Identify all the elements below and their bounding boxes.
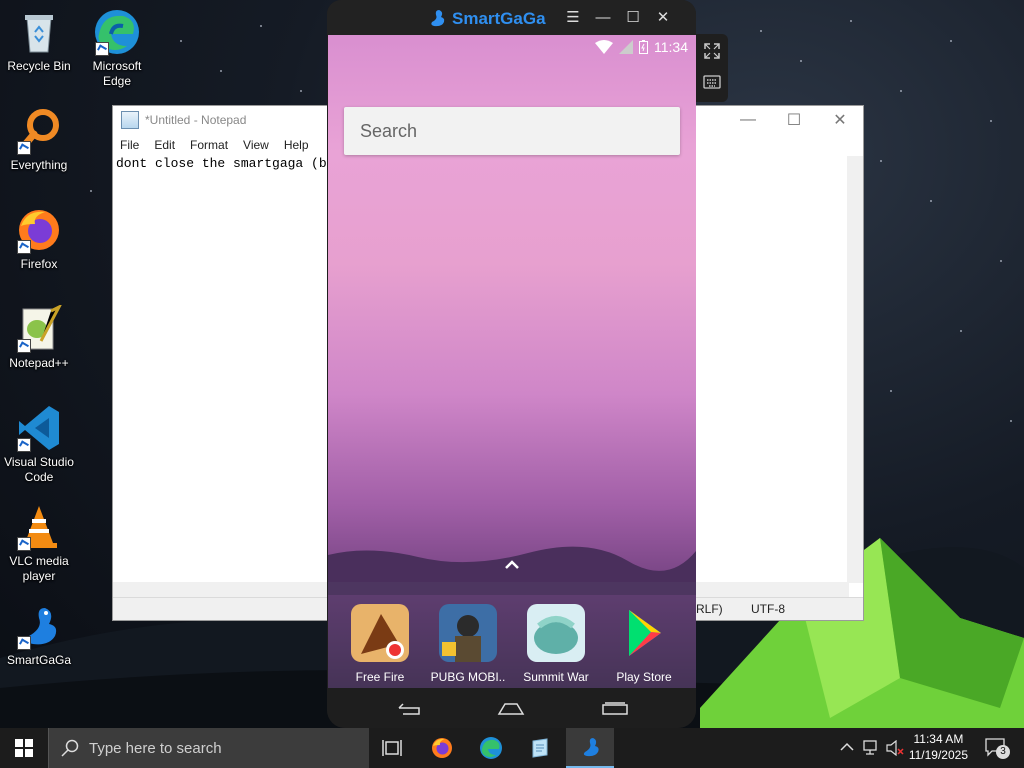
app-play-store[interactable]: Play Store [602,604,686,684]
desktop-icon-label: Everything [10,158,68,172]
pubg-mobile-icon [439,604,497,662]
app-label: Summit War [523,670,589,684]
network-icon[interactable] [862,740,880,756]
desktop-icon-smartgaga[interactable]: SmartGaGa [1,602,77,668]
menu-edit[interactable]: Edit [147,138,183,152]
desktop-icon-recycle-bin[interactable]: Recycle Bin [1,8,77,74]
search-icon [61,739,79,757]
smartgaga-icon [583,738,599,757]
taskbar-smartgaga[interactable] [566,728,614,768]
search-placeholder: Search [360,121,418,141]
vertical-scrollbar[interactable] [847,156,863,583]
firefox-icon [15,206,63,254]
everything-search-icon [15,107,63,155]
notepad-plus-plus-icon [15,303,63,353]
firefox-icon [432,738,452,758]
android-navbar [327,688,696,728]
desktop-icon-vlc[interactable]: VLC media player [1,503,77,584]
desktop-icon-label: Recycle Bin [7,59,71,73]
status-encoding: UTF-8 [751,602,785,616]
battery-icon [639,40,648,54]
desktop-icon-label: Notepad++ [9,356,69,370]
notification-center-button[interactable]: 3 [984,737,1010,759]
menu-help[interactable]: Help [277,138,317,152]
wifi-icon [595,40,613,54]
smartgaga-titlebar[interactable]: SmartGaGa ☰ — ☐ ✕ [327,0,696,35]
vlc-icon [15,503,63,551]
taskbar-firefox[interactable] [418,728,466,768]
app-pubg-mobile[interactable]: PUBG MOBI.. [426,604,510,684]
smartgaga-icon [15,602,63,650]
menu-file[interactable]: File [113,138,147,152]
notepad-title: *Untitled - Notepad [145,113,247,127]
summit-war-icon [527,604,585,662]
desktop-icon-everything[interactable]: Everything [1,107,77,173]
keyboard-icon[interactable] [703,74,721,90]
status-time: 11:34 [654,39,688,55]
play-store-icon [615,604,673,662]
windows-logo-icon [15,739,33,757]
back-icon[interactable] [395,700,423,716]
smartgaga-title: SmartGaGa [452,9,546,28]
app-dock: Free Fire PUBG MOBI.. Summit War Play St… [328,582,696,688]
home-search-bar[interactable]: Search [344,107,680,155]
smartgaga-logo-icon [431,10,445,27]
menu-icon[interactable]: ☰ [563,8,583,28]
desktop-icon-label: SmartGaGa [6,653,72,667]
fullscreen-icon[interactable] [703,42,721,60]
taskbar-search-box[interactable]: Type here to search [48,728,369,768]
app-summit-war[interactable]: Summit War [514,604,598,684]
notepad-icon [121,111,139,129]
desktop-icon-vscode[interactable]: Visual Studio Code [1,404,77,485]
task-view-icon [382,740,402,756]
clock[interactable]: 11:34 AM 11/19/2025 [909,731,968,763]
desktop-icon-label: Microsoft Edge [92,59,142,88]
minimize-button[interactable]: — [593,8,613,28]
notepad-text-area[interactable]: dont close the smartgaga (b [116,156,327,171]
clock-date: 11/19/2025 [908,748,968,762]
desktop-icon-label: Visual Studio Code [4,455,74,484]
taskbar-search-placeholder: Type here to search [89,739,222,757]
status-line-ending: RLF) [696,602,723,616]
desktop-icon-label: VLC media player [9,554,69,583]
start-button[interactable] [0,728,48,768]
edge-icon [480,737,502,759]
desktop-icon-label: Firefox [20,257,58,271]
app-free-fire[interactable]: Free Fire [338,604,422,684]
task-view-button[interactable] [368,728,416,768]
recycle-bin-icon [15,8,63,56]
android-status-bar: 11:34 [595,39,688,55]
app-label: Play Store [616,670,672,684]
volume-muted-icon[interactable] [886,740,904,756]
app-label: Free Fire [355,670,405,684]
close-button[interactable]: ✕ [653,8,673,28]
minimize-button[interactable]: — [725,106,771,134]
app-label: PUBG MOBI.. [430,670,506,684]
smartgaga-window[interactable]: SmartGaGa ☰ — ☐ ✕ 11:34 Search Free Fire [327,0,696,728]
recent-apps-icon[interactable] [601,702,629,716]
menu-format[interactable]: Format [183,138,236,152]
desktop-icon-firefox[interactable]: Firefox [1,206,77,272]
edge-icon [93,8,141,56]
android-home-screen[interactable]: 11:34 Search Free Fire PUBG MOBI.. Summi… [328,35,696,688]
taskbar-edge[interactable] [467,728,515,768]
desktop-icon-notepad-plus-plus[interactable]: Notepad++ [1,303,77,371]
desktop-icon-microsoft-edge[interactable]: Microsoft Edge [79,8,155,89]
maximize-button[interactable]: ☐ [623,8,643,28]
chevron-up-icon[interactable] [502,558,522,572]
smartgaga-side-toolbar [696,34,728,102]
home-icon[interactable] [497,702,525,716]
signal-icon [619,40,633,54]
close-button[interactable]: ✕ [817,106,863,134]
free-fire-icon [351,604,409,662]
notification-badge: 3 [996,745,1010,759]
taskbar-notepad[interactable] [516,728,564,768]
notepad-icon [532,738,548,758]
chevron-up-icon[interactable] [840,742,854,752]
vscode-icon [15,404,63,452]
maximize-button[interactable]: ☐ [771,106,817,134]
clock-time: 11:34 AM [913,732,964,746]
taskbar: Type here to search 11:34 AM 11/19/2025 … [0,728,1024,768]
menu-view[interactable]: View [236,138,277,152]
